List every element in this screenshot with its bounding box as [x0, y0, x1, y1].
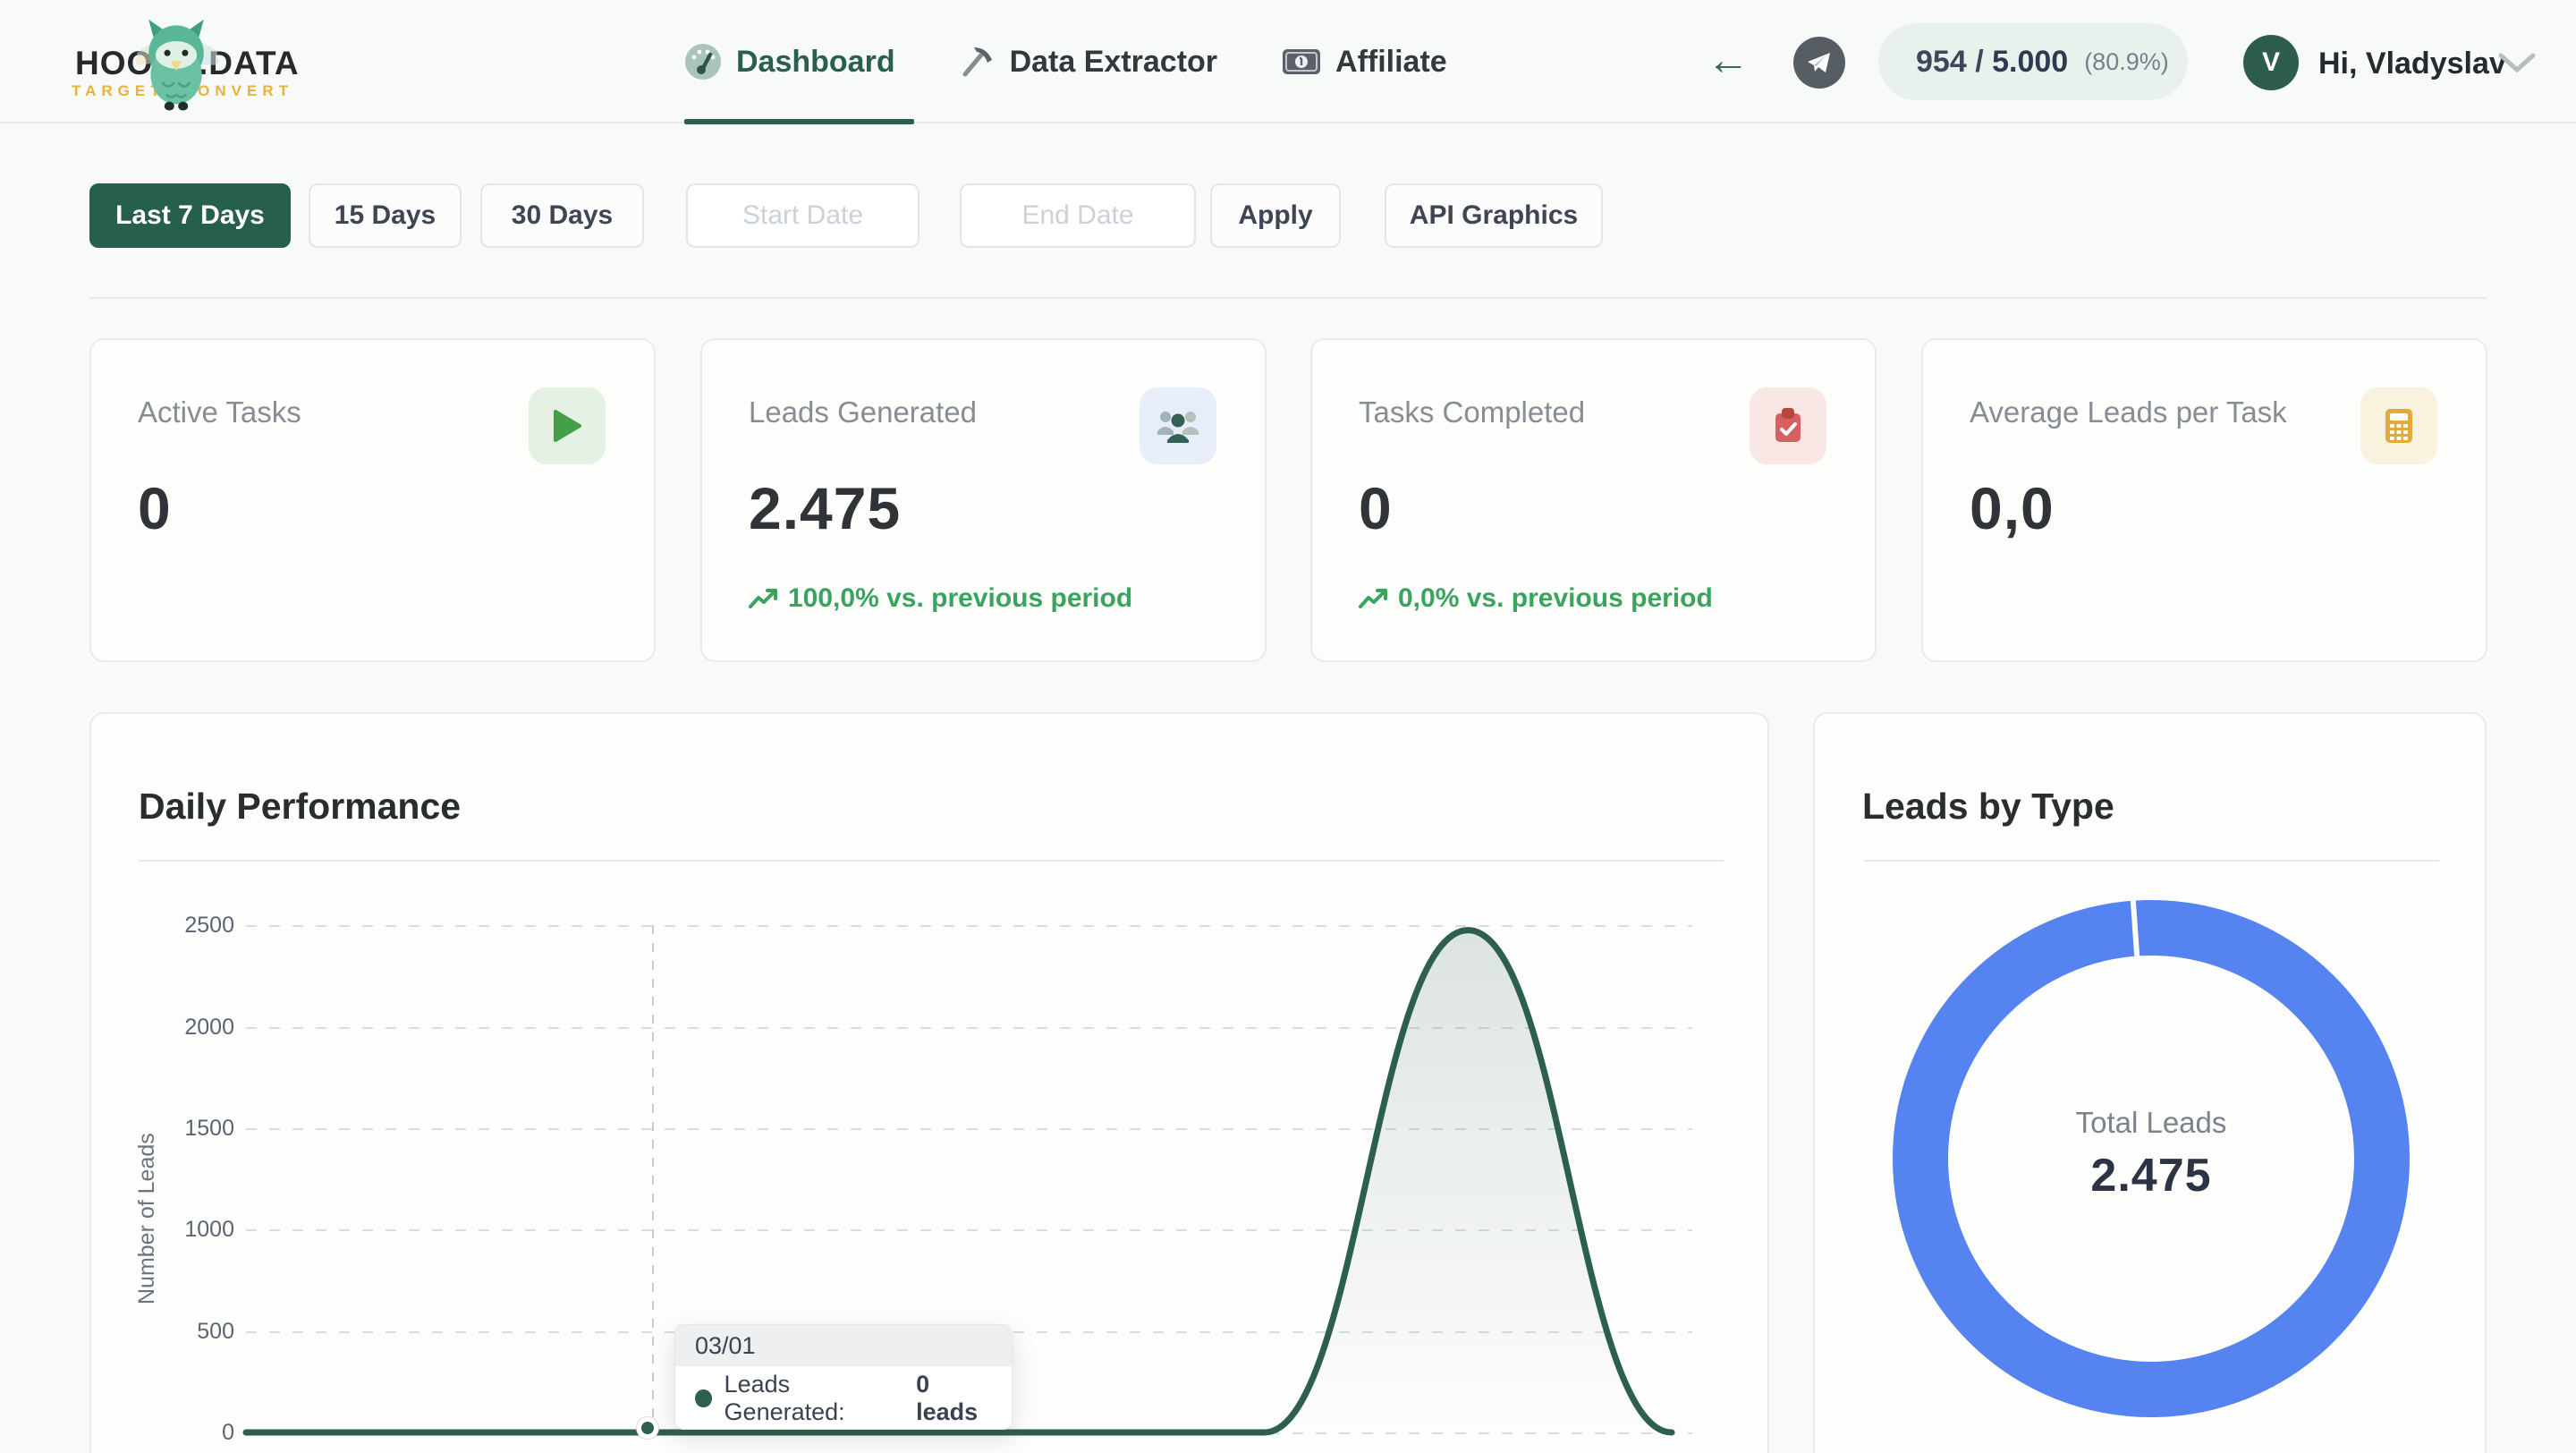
- back-arrow-icon[interactable]: ←: [1707, 36, 1750, 85]
- stat-title: Average Leads per Task: [1970, 395, 2287, 429]
- tab-affiliate-label: Affiliate: [1335, 45, 1447, 80]
- usage-total: 5.000: [1992, 45, 2068, 79]
- tooltip-body: Leads Generated: 0 leads: [675, 1366, 1012, 1430]
- daily-performance-panel: Daily Performance Number of Leads 2500 2…: [89, 712, 1769, 1453]
- gauge-icon: [684, 43, 722, 81]
- chart-tooltip: 03/01 Leads Generated: 0 leads: [674, 1324, 1013, 1430]
- stat-title: Leads Generated: [749, 395, 977, 429]
- hovered-data-point[interactable]: [637, 1417, 658, 1439]
- start-date-input[interactable]: [686, 183, 919, 248]
- top-header: HOOT .DATA TARGET & CONVERT Dashboard: [0, 0, 2576, 123]
- usage-used: 954: [1916, 45, 1967, 79]
- user-avatar[interactable]: V: [2243, 35, 2299, 90]
- clipboard-check-icon: [1750, 387, 1826, 464]
- stat-title: Tasks Completed: [1359, 395, 1585, 429]
- stat-card-active-tasks: Active Tasks 0: [89, 338, 656, 662]
- stat-value: 0: [138, 474, 172, 542]
- telegram-icon[interactable]: [1793, 37, 1845, 89]
- stat-value: 2.475: [749, 474, 901, 542]
- active-tab-underline: [684, 119, 914, 124]
- tooltip-date: 03/01: [675, 1325, 1012, 1366]
- donut-center-text: Total Leads 2.475: [1983, 1106, 2319, 1202]
- trend-up-icon: [1359, 587, 1389, 610]
- filter-bar: Last 7 Days 15 Days 30 Days - Apply API …: [89, 183, 2487, 248]
- calculator-icon: [2360, 387, 2437, 464]
- usage-separator: /: [1975, 45, 1983, 79]
- play-icon: [529, 387, 606, 464]
- logo-owl-icon: [127, 11, 225, 111]
- tab-data-extractor[interactable]: Data Extractor: [960, 44, 1217, 80]
- filters-divider: [89, 297, 2487, 299]
- tab-affiliate[interactable]: Affiliate: [1282, 45, 1447, 80]
- filter-30-days-button[interactable]: 30 Days: [480, 183, 644, 248]
- leads-by-type-panel: Leads by Type Total Leads 2.475: [1813, 712, 2487, 1453]
- stat-delta: 100,0% vs. previous period: [749, 583, 1132, 614]
- total-leads-value: 2.475: [1983, 1149, 2319, 1202]
- app-logo[interactable]: HOOT .DATA TARGET & CONVERT: [72, 11, 277, 111]
- telegram-plane-glyph: [1806, 49, 1833, 76]
- stat-card-leads-generated: Leads Generated 2.475 100,0% vs. previou…: [700, 338, 1267, 662]
- stat-delta-text: 100,0% vs. previous period: [788, 583, 1132, 614]
- stat-card-average-leads: Average Leads per Task 0,0: [1921, 338, 2487, 662]
- main-nav: Dashboard Data Extractor Affiliate: [684, 0, 1447, 123]
- total-leads-label: Total Leads: [1983, 1106, 2319, 1140]
- tab-dashboard[interactable]: Dashboard: [684, 43, 895, 81]
- stat-value: 0: [1359, 474, 1393, 542]
- trend-up-icon: [749, 587, 779, 610]
- stat-delta-text: 0,0% vs. previous period: [1398, 583, 1713, 614]
- usage-text: 954 / 5.000: [1916, 45, 2068, 80]
- stat-delta: 0,0% vs. previous period: [1359, 583, 1713, 614]
- stat-card-tasks-completed: Tasks Completed 0 0,0% vs. previous peri…: [1310, 338, 1877, 662]
- user-greeting[interactable]: Hi, Vladyslav: [2318, 47, 2506, 81]
- tooltip-series-label: Leads Generated:: [724, 1371, 904, 1426]
- tab-dashboard-label: Dashboard: [736, 45, 895, 80]
- series-color-dot: [695, 1389, 712, 1407]
- banknote-icon: [1282, 47, 1321, 77]
- stat-value: 0,0: [1970, 474, 2055, 542]
- usage-percent: (80.9%): [2084, 48, 2169, 76]
- filter-last-7-days-button[interactable]: Last 7 Days: [89, 183, 291, 248]
- chevron-down-icon[interactable]: [2497, 52, 2537, 75]
- filter-15-days-button[interactable]: 15 Days: [309, 183, 462, 248]
- apply-button[interactable]: Apply: [1210, 183, 1341, 248]
- tab-data-extractor-label: Data Extractor: [1010, 45, 1217, 80]
- tooltip-value: 0 leads: [916, 1371, 992, 1426]
- people-icon: [1140, 387, 1216, 464]
- pickaxe-icon: [960, 44, 996, 80]
- leads-donut-chart[interactable]: [1815, 714, 2488, 1453]
- stat-title: Active Tasks: [138, 395, 301, 429]
- usage-quota-badge[interactable]: 954 / 5.000 (80.9%): [1878, 23, 2188, 100]
- api-graphics-button[interactable]: API Graphics: [1385, 183, 1603, 248]
- end-date-input[interactable]: [960, 183, 1196, 248]
